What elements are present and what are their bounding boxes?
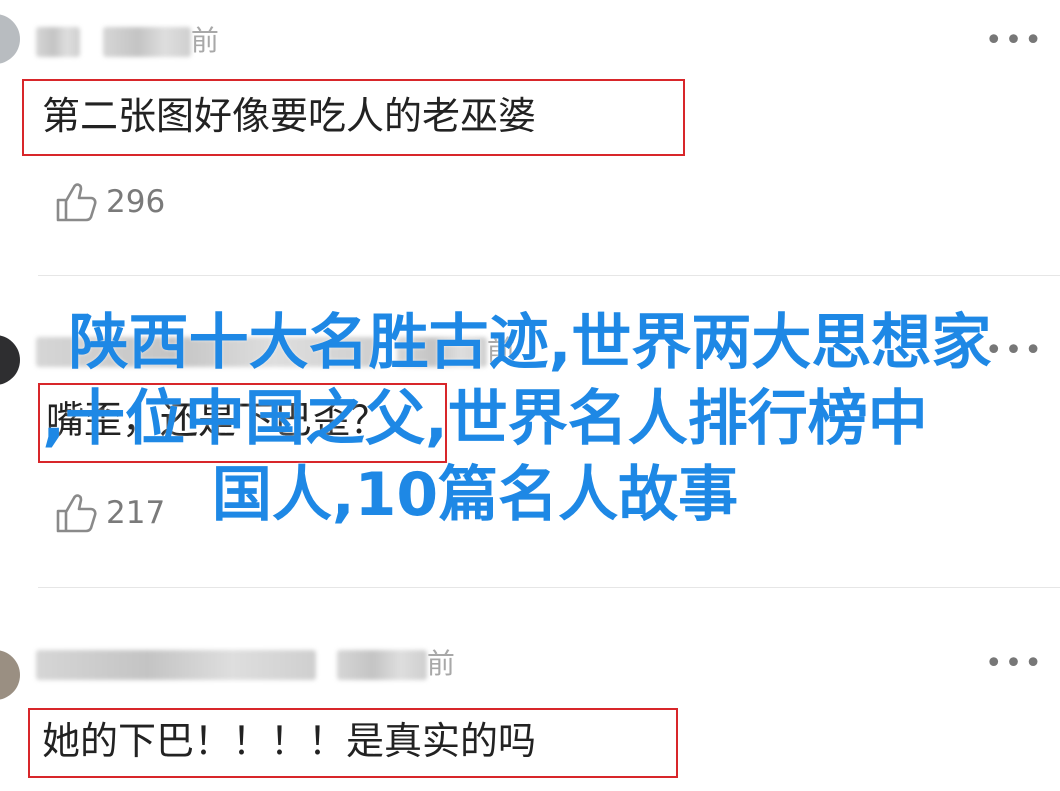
comment-divider [38,587,1060,588]
comment-text: 她的下巴！！！！是真实的吗 [28,708,678,778]
comment-divider [38,275,1060,276]
like-count: 296 [106,184,166,220]
thumbs-up-icon [56,183,97,222]
avatar[interactable] [0,335,20,385]
more-options-icon[interactable]: ••• [985,336,1044,366]
like-button[interactable]: 296 [54,179,165,225]
avatar[interactable] [0,650,20,700]
timestamp-suffix: 前 [190,24,219,57]
more-options-icon[interactable]: ••• [985,649,1044,679]
avatar[interactable] [0,14,20,64]
comment-meta: 前 [36,647,455,680]
blurred-timestamp [336,650,427,680]
comment-text-content: 嘴歪，还是下巴歪？ [46,398,389,442]
timestamp-suffix: 前 [486,334,515,367]
timestamp-suffix: 前 [426,647,455,680]
blurred-username [36,337,376,367]
blurred-username [36,650,316,680]
blurred-timestamp [396,337,487,367]
blurred-username [36,27,80,57]
like-button[interactable]: 217 [54,490,165,536]
comment-text: 嘴歪，还是下巴歪？ [38,383,447,463]
blurred-timestamp [102,27,191,57]
comment-text: 第二张图好像要吃人的老巫婆 [22,79,685,156]
more-options-icon[interactable]: ••• [985,26,1044,56]
comment-text-content: 第二张图好像要吃人的老巫婆 [42,94,537,138]
like-count: 217 [106,495,166,531]
comment-meta: 前 [36,24,219,57]
thumbs-up-icon [56,494,97,533]
comment-text-content: 她的下巴！！！！是真实的吗 [42,719,537,763]
comment-meta: 前 [36,334,515,367]
